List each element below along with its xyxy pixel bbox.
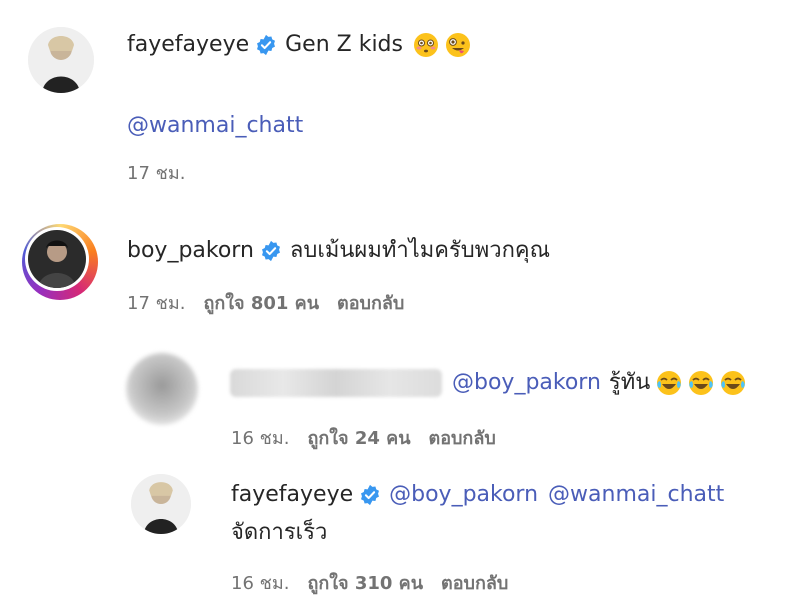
verified-badge-icon bbox=[255, 34, 277, 56]
comment-1-meta: 17 ชม. bbox=[127, 158, 185, 187]
flushed-face-icon bbox=[413, 32, 439, 58]
reply-time: 16 ชม. bbox=[231, 573, 290, 594]
likes-count[interactable]: ถูกใจ 801 คน bbox=[203, 288, 319, 317]
reply-username[interactable]: fayefayeye bbox=[231, 480, 353, 510]
verified-badge-icon bbox=[260, 240, 282, 262]
mention-wanmai-chatt[interactable]: @wanmai_chatt bbox=[548, 480, 724, 510]
tears-of-joy-icon bbox=[688, 370, 714, 396]
avatar-boy-pakorn[interactable] bbox=[28, 230, 86, 288]
zany-face-icon bbox=[445, 32, 471, 58]
reply-2-line: fayefayeye @boy_pakorn @wanmai_chatt bbox=[231, 480, 724, 510]
comment-username[interactable]: boy_pakorn bbox=[127, 236, 254, 266]
avatar-photo bbox=[28, 230, 86, 288]
comment-2-line: boy_pakorn ลบเม้นผมทำไมครับพวกคุณ bbox=[127, 236, 550, 266]
comment-text: ลบเม้นผมทำไมครับพวกคุณ bbox=[289, 238, 551, 263]
likes-count[interactable]: ถูกใจ 310 คน bbox=[307, 568, 423, 597]
mention-boy-pakorn[interactable]: @boy_pakorn bbox=[452, 368, 601, 398]
mention-wanmai-chatt[interactable]: @wanmai_chatt bbox=[127, 113, 303, 138]
verified-badge-icon bbox=[359, 484, 381, 506]
reply-text: จัดการเร็ว bbox=[231, 520, 328, 545]
avatar-boy-pakorn-story-ring[interactable] bbox=[22, 224, 98, 300]
reply-button[interactable]: ตอบกลับ bbox=[337, 288, 404, 317]
comment-1-line: fayefayeye Gen Z kids bbox=[127, 30, 471, 60]
avatar-fayefayeye[interactable] bbox=[131, 474, 191, 534]
avatar-photo bbox=[28, 27, 94, 93]
reply-2-text: จัดการเร็ว bbox=[231, 518, 327, 548]
likes-count[interactable]: ถูกใจ 24 คน bbox=[307, 423, 410, 452]
avatar-blurred-user[interactable] bbox=[126, 353, 198, 425]
reply-time: 16 ชม. bbox=[231, 428, 290, 449]
mention-boy-pakorn[interactable]: @boy_pakorn bbox=[389, 480, 538, 510]
comment-time: 17 ชม. bbox=[127, 163, 186, 184]
comment-time: 17 ชม. bbox=[127, 293, 186, 314]
reply-1-meta: 16 ชม. ถูกใจ 24 คน ตอบกลับ bbox=[231, 423, 496, 452]
reply-button[interactable]: ตอบกลับ bbox=[441, 568, 508, 597]
comment-mention-link[interactable]: @wanmai_chatt bbox=[127, 111, 303, 141]
avatar-photo bbox=[131, 474, 191, 534]
reply-2-meta: 16 ชม. ถูกใจ 310 คน ตอบกลับ bbox=[231, 568, 508, 597]
comment-username[interactable]: fayefayeye bbox=[127, 30, 249, 60]
reply-button[interactable]: ตอบกลับ bbox=[429, 423, 496, 452]
blurred-username[interactable] bbox=[230, 369, 442, 397]
reply-text: รู้ทัน bbox=[608, 370, 651, 395]
reply-1-line: @boy_pakorn รู้ทัน bbox=[230, 368, 746, 398]
comment-2-meta: 17 ชม. ถูกใจ 801 คน ตอบกลับ bbox=[127, 288, 404, 317]
avatar-fayefayeye[interactable] bbox=[28, 27, 94, 93]
tears-of-joy-icon bbox=[656, 370, 682, 396]
comment-text: Gen Z kids bbox=[285, 32, 403, 57]
tears-of-joy-icon bbox=[720, 370, 746, 396]
